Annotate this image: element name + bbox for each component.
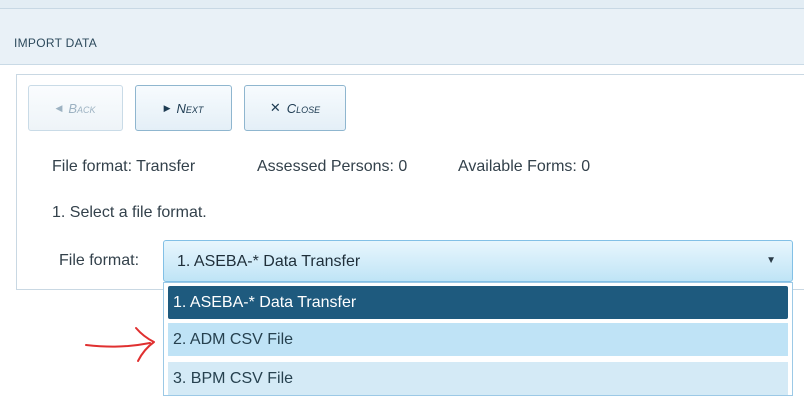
option-bpm-csv-file[interactable]: 3. BPM CSV File (168, 362, 788, 395)
instruction-text: 1. Select a file format. (52, 204, 207, 221)
x-icon: ✕ (269, 100, 281, 115)
caret-down-icon: ▼ (766, 255, 776, 266)
page-title: IMPORT DATA (14, 36, 98, 50)
status-assessed-persons: Assessed Persons: 0 (257, 158, 408, 175)
back-button-label: Back (68, 100, 96, 116)
close-button-label: Close (286, 100, 321, 116)
next-button-label: Next (176, 100, 204, 116)
file-format-dropdown: 1. ASEBA-* Data Transfer 2. ADM CSV File… (163, 282, 793, 396)
back-button[interactable]: ◀ Back (28, 85, 123, 131)
close-button[interactable]: ✕ Close (244, 85, 346, 131)
file-format-label: File format: (59, 252, 140, 269)
red-arrow-annotation (85, 327, 155, 362)
top-strip (0, 0, 804, 9)
next-button[interactable]: ▶ Next (135, 85, 232, 131)
triangle-left-icon: ◀ (55, 102, 63, 113)
option-aseba-data-transfer[interactable]: 1. ASEBA-* Data Transfer (168, 286, 788, 319)
status-file-format: File format: Transfer (52, 158, 196, 175)
option-adm-csv-file[interactable]: 2. ADM CSV File (168, 323, 788, 356)
triangle-right-icon: ▶ (163, 102, 171, 113)
page-header: IMPORT DATA (0, 9, 804, 65)
file-format-selected-value: 1. ASEBA-* Data Transfer (177, 253, 361, 270)
file-format-select[interactable]: 1. ASEBA-* Data Transfer ▼ (163, 240, 793, 282)
status-available-forms: Available Forms: 0 (458, 158, 591, 175)
